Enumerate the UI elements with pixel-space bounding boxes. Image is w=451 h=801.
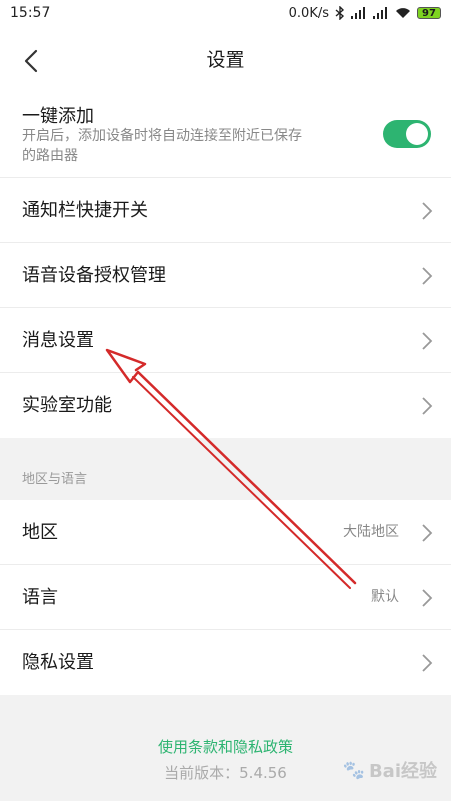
setting-item-label: 隐私设置 (22, 652, 94, 673)
setting-item-language[interactable]: 语言 默认 (0, 565, 451, 630)
wifi-icon (395, 7, 411, 19)
chevron-right-icon (422, 654, 433, 672)
battery-icon: 97 (417, 7, 441, 19)
setting-item-notification-shortcut[interactable]: 通知栏快捷开关 (0, 178, 451, 243)
signal-icon (373, 7, 389, 19)
signal-icon (351, 7, 367, 19)
setting-item-label: 地区 (22, 522, 58, 543)
toggle-knob (406, 123, 428, 145)
terms-privacy-link[interactable]: 使用条款和隐私政策 (0, 736, 451, 757)
chevron-right-icon (422, 397, 433, 415)
status-indicators: 0.0K/s 97 (289, 6, 441, 21)
back-button[interactable] (14, 46, 50, 76)
chevron-right-icon (422, 589, 433, 607)
status-bar: 15:57 0.0K/s 97 (0, 0, 451, 26)
setting-item-message-settings[interactable]: 消息设置 (0, 308, 451, 373)
page-title: 设置 (206, 49, 245, 71)
setting-item-label: 语言 (22, 587, 58, 608)
chevron-right-icon (422, 202, 433, 220)
region-language-list: 地区 大陆地区 语言 默认 隐私设置 (0, 500, 451, 695)
app-version: 当前版本：5.4.56 (164, 764, 287, 782)
section-header-label: 地区与语言 (22, 472, 88, 487)
setting-description: 开启后，添加设备时将自动连接至附近已保存的路由器 (22, 128, 302, 164)
chevron-left-icon (24, 49, 38, 73)
one-key-add-toggle[interactable] (383, 120, 431, 148)
status-time: 15:57 (10, 5, 51, 21)
setting-item-privacy[interactable]: 隐私设置 (0, 630, 451, 695)
chevron-right-icon (422, 524, 433, 542)
setting-item-label: 实验室功能 (22, 395, 112, 416)
chevron-right-icon (422, 332, 433, 350)
setting-item-label: 消息设置 (22, 330, 94, 351)
chevron-right-icon (422, 267, 433, 285)
setting-item-voice-device-auth[interactable]: 语音设备授权管理 (0, 243, 451, 308)
bluetooth-icon (335, 6, 345, 20)
setting-one-key-add: 一键添加 开启后，添加设备时将自动连接至附近已保存的路由器 (0, 94, 451, 178)
setting-title: 一键添加 (22, 106, 94, 127)
settings-list: 一键添加 开启后，添加设备时将自动连接至附近已保存的路由器 通知栏快捷开关 语音… (0, 94, 451, 438)
setting-item-label: 语音设备授权管理 (22, 265, 166, 286)
title-bar: 设置 (0, 26, 451, 94)
setting-item-value: 默认 (371, 589, 399, 605)
setting-item-lab-features[interactable]: 实验室功能 (0, 373, 451, 438)
setting-item-label: 通知栏快捷开关 (22, 200, 148, 221)
network-speed: 0.0K/s (288, 5, 329, 21)
setting-item-value: 大陆地区 (343, 524, 399, 540)
footer: 使用条款和隐私政策 当前版本：5.4.56 (0, 696, 451, 801)
setting-item-region[interactable]: 地区 大陆地区 (0, 500, 451, 565)
section-header-region-language: 地区与语言 (0, 442, 451, 500)
